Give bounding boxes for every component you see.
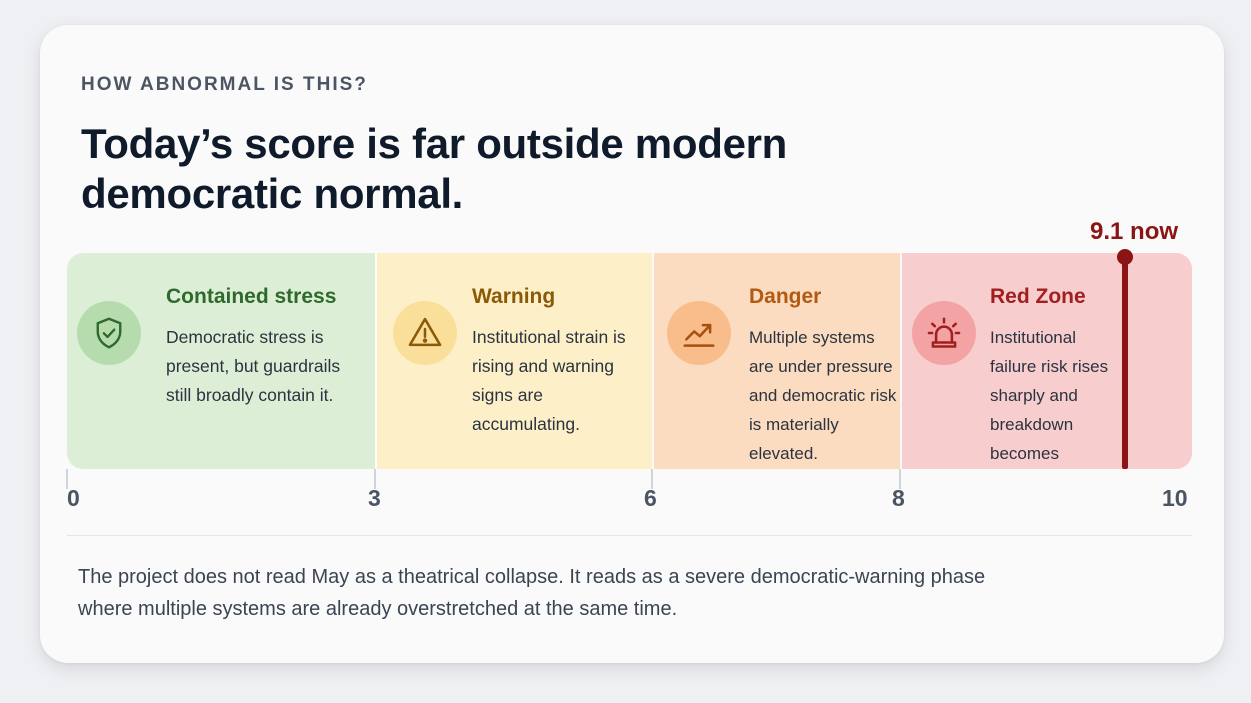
zone-description: Institutional failure risk rises sharply… bbox=[990, 328, 1109, 463]
score-scale: Contained stress Democratic stress is pr… bbox=[67, 253, 1192, 469]
divider bbox=[67, 535, 1192, 536]
zone-title: Red Zone bbox=[990, 285, 1086, 308]
tick-label-6: 6 bbox=[644, 485, 657, 511]
alarm-siren-icon bbox=[912, 301, 976, 365]
score-marker-line bbox=[1122, 257, 1128, 469]
footnote: The project does not read May as a theat… bbox=[78, 566, 986, 620]
eyebrow-label: HOW ABNORMAL IS THIS? bbox=[81, 74, 368, 95]
zone-description: Multiple systems are under pressure and … bbox=[749, 328, 897, 463]
zone-title: Warning bbox=[472, 285, 556, 308]
zone-description: Democratic stress is present, but guardr… bbox=[166, 327, 341, 405]
zone-danger: Danger Multiple systems are under pressu… bbox=[652, 253, 900, 469]
zone-warning: Warning Institutional strain is rising a… bbox=[375, 253, 652, 469]
headline: Today’s score is far outside modern demo… bbox=[81, 120, 788, 217]
shield-check-icon bbox=[77, 301, 141, 365]
tick-label-3: 3 bbox=[368, 485, 381, 511]
tick-label-10: 10 bbox=[1162, 485, 1188, 511]
warning-triangle-icon bbox=[393, 301, 457, 365]
zone-description: Institutional strain is rising and warni… bbox=[472, 327, 626, 434]
zone-title: Danger bbox=[749, 285, 822, 308]
zone-red-zone: Red Zone Institutional failure risk rise… bbox=[900, 253, 1192, 469]
score-marker-label: 9.1 now bbox=[1090, 218, 1179, 245]
tick-label-8: 8 bbox=[892, 485, 905, 511]
zone-contained-stress: Contained stress Democratic stress is pr… bbox=[67, 253, 375, 469]
score-marker-dot bbox=[1117, 249, 1133, 265]
abnormality-card: HOW ABNORMAL IS THIS? Today’s score is f… bbox=[40, 25, 1224, 663]
trend-up-icon bbox=[667, 301, 731, 365]
zone-title: Contained stress bbox=[166, 285, 337, 308]
tick-label-0: 0 bbox=[67, 485, 80, 511]
